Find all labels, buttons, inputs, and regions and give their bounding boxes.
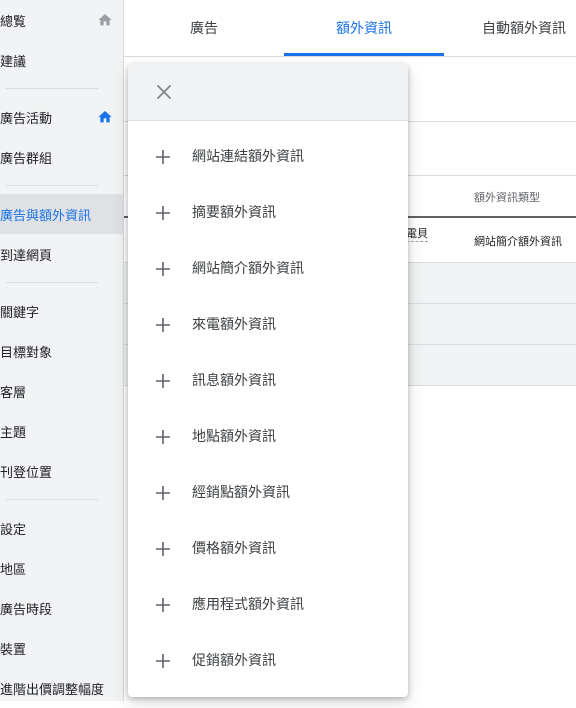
plus-icon xyxy=(156,374,170,388)
plus-icon xyxy=(156,598,170,612)
plus-icon xyxy=(156,262,170,276)
sidebar-item-label: 廣告活動 xyxy=(0,111,53,127)
plus-icon xyxy=(156,206,170,220)
menu-item-label: 地點額外資訊 xyxy=(192,429,276,445)
close-icon[interactable] xyxy=(152,80,176,104)
plus-icon xyxy=(156,486,170,500)
sidebar-item-label: 主題 xyxy=(0,425,27,441)
sidebar-item-label: 目標對象 xyxy=(0,345,53,361)
plus-icon xyxy=(156,654,170,668)
sidebar-item-campaigns[interactable]: 廣告活動 xyxy=(0,97,123,137)
sidebar-item-ads-extensions[interactable]: 廣告與額外資訊 xyxy=(0,194,123,234)
sidebar-nav: 總覧 建議 廣告活動 廣告群組 廣告與額外資訊 到達網頁 關鍵字 目標對象 客層… xyxy=(0,0,124,701)
sidebar-item-bid-adjustments[interactable]: 進階出價調整幅度 xyxy=(0,668,123,708)
plus-icon xyxy=(156,542,170,556)
sidebar-item-label: 到達網頁 xyxy=(0,248,53,264)
sidebar-item-landing-pages[interactable]: 到達網頁 xyxy=(0,234,123,274)
plus-icon xyxy=(156,318,170,332)
sidebar-item-overview[interactable]: 總覧 xyxy=(0,0,123,40)
plus-icon xyxy=(156,150,170,164)
sidebar-item-label: 刊登位置 xyxy=(0,465,53,481)
sidebar-item-label: 客層 xyxy=(0,385,27,401)
home-icon xyxy=(98,111,112,123)
menu-item-app-extension[interactable]: 應用程式額外資訊 xyxy=(128,577,408,633)
sidebar-item-label: 建議 xyxy=(0,54,27,70)
tab-bar: 廣告 額外資訊 自動額外資訊 xyxy=(124,0,576,57)
tab-automated-extensions[interactable]: 自動額外資訊 xyxy=(444,0,576,56)
menu-header xyxy=(128,64,408,121)
menu-item-label: 經銷點額外資訊 xyxy=(192,485,290,501)
sidebar-item-ad-schedule[interactable]: 廣告時段 xyxy=(0,588,123,628)
sidebar-divider xyxy=(6,185,98,186)
menu-item-promotion-extension[interactable]: 促銷額外資訊 xyxy=(128,633,408,689)
sidebar-item-audiences[interactable]: 目標對象 xyxy=(0,331,123,371)
menu-item-message-extension[interactable]: 訊息額外資訊 xyxy=(128,353,408,409)
menu-item-label: 促銷額外資訊 xyxy=(192,653,276,669)
menu-item-price-extension[interactable]: 價格額外資訊 xyxy=(128,521,408,577)
menu-item-label: 價格額外資訊 xyxy=(192,541,276,557)
sidebar-item-label: 地區 xyxy=(0,562,27,578)
menu-item-sitelink-extension[interactable]: 網站連結額外資訊 xyxy=(128,129,408,185)
sidebar-item-topics[interactable]: 主題 xyxy=(0,411,123,451)
sidebar-item-placements[interactable]: 刊登位置 xyxy=(0,451,123,491)
sidebar-item-recommendations[interactable]: 建議 xyxy=(0,40,123,80)
menu-item-structured-snippet-extension[interactable]: 網站簡介額外資訊 xyxy=(128,241,408,297)
menu-item-label: 網站簡介額外資訊 xyxy=(192,261,304,277)
menu-item-call-extension[interactable]: 來電額外資訊 xyxy=(128,297,408,353)
sidebar-divider xyxy=(6,499,98,500)
add-extension-menu: 網站連結額外資訊 摘要額外資訊 網站簡介額外資訊 來電額外資訊 訊息額外資訊 地… xyxy=(128,64,408,697)
tab-ads[interactable]: 廣告 xyxy=(124,0,284,56)
menu-item-affiliate-location-extension[interactable]: 經銷點額外資訊 xyxy=(128,465,408,521)
sidebar-item-devices[interactable]: 裝置 xyxy=(0,628,123,668)
sidebar-item-label: 總覧 xyxy=(0,14,27,30)
sidebar-item-ad-groups[interactable]: 廣告群組 xyxy=(0,137,123,177)
active-tab-indicator xyxy=(284,53,444,56)
sidebar-item-label: 裝置 xyxy=(0,642,27,658)
sidebar-item-label: 設定 xyxy=(0,522,27,538)
menu-item-label: 應用程式額外資訊 xyxy=(192,597,304,613)
tab-extensions[interactable]: 額外資訊 xyxy=(284,0,444,56)
sidebar-item-locations[interactable]: 地區 xyxy=(0,548,123,588)
sidebar-item-settings[interactable]: 設定 xyxy=(0,508,123,548)
menu-item-label: 摘要額外資訊 xyxy=(192,205,276,221)
menu-item-label: 來電額外資訊 xyxy=(192,317,276,333)
sidebar-item-label: 廣告群組 xyxy=(0,151,53,167)
sidebar-item-label: 廣告與額外資訊 xyxy=(0,208,92,224)
menu-item-label: 訊息額外資訊 xyxy=(192,373,276,389)
sidebar-item-label: 關鍵字 xyxy=(0,305,40,321)
sidebar-item-demographics[interactable]: 客層 xyxy=(0,371,123,411)
sidebar-divider xyxy=(6,88,98,89)
table-cell-extension-type: 網站簡介額外資訊 xyxy=(474,235,562,248)
sidebar-item-label: 進階出價調整幅度 xyxy=(0,682,105,698)
plus-icon xyxy=(156,430,170,444)
menu-item-label: 網站連結額外資訊 xyxy=(192,149,304,165)
sidebar-item-keywords[interactable]: 關鍵字 xyxy=(0,291,123,331)
column-header-extension-type[interactable]: 額外資訊類型 xyxy=(474,189,540,205)
table-cell-partial: 電貝 xyxy=(406,227,428,242)
menu-item-callout-extension[interactable]: 摘要額外資訊 xyxy=(128,185,408,241)
sidebar-divider xyxy=(6,282,98,283)
menu-item-location-extension[interactable]: 地點額外資訊 xyxy=(128,409,408,465)
home-icon xyxy=(98,14,112,26)
sidebar-item-label: 廣告時段 xyxy=(0,602,53,618)
